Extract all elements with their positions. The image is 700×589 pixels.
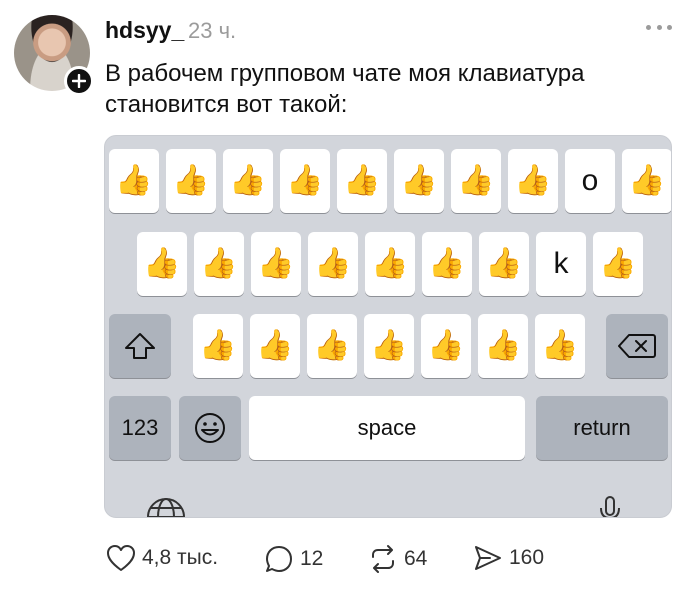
thumbs-up-key: 👍	[451, 149, 501, 213]
space-key: space	[249, 396, 525, 460]
shift-key	[109, 314, 171, 378]
emoji-key	[179, 396, 241, 460]
emoji-icon	[195, 413, 225, 443]
backspace-icon	[618, 334, 656, 358]
thumbs-up-key: 👍	[307, 314, 357, 378]
thumbs-up-key: 👍	[535, 314, 585, 378]
thumbs-up-key: 👍	[280, 149, 330, 213]
thumbs-up-key: 👍	[364, 314, 414, 378]
thumbs-up-key: 👍	[479, 232, 529, 296]
reply-button[interactable]: 12	[264, 544, 323, 574]
numbers-key: 123	[109, 396, 171, 460]
thumbs-up-key: 👍	[394, 149, 444, 213]
microphone-icon	[600, 496, 620, 517]
thumbs-up-key: 👍	[421, 314, 471, 378]
thumbs-up-key: 👍	[194, 232, 244, 296]
keyboard-image: 👍 👍 👍 👍 👍 👍 👍 👍 o 👍 👍 👍 👍 👍 👍 👍 👍 k 👍 👍 👍 👍 👍 👍 👍 👍 123 space r…	[104, 135, 672, 518]
more-options-icon[interactable]	[646, 22, 672, 32]
repost-icon	[372, 545, 394, 573]
thumbs-up-key: 👍	[422, 232, 472, 296]
thumbs-up-key: 👍	[251, 232, 301, 296]
thumbs-up-key: 👍	[137, 232, 187, 296]
post-time: 23 ч.	[188, 18, 237, 43]
thumbs-up-key: 👍	[308, 232, 358, 296]
follow-plus-icon[interactable]	[64, 66, 94, 96]
like-count: 4,8 тыс.	[142, 546, 219, 569]
like-button[interactable]: 4,8 тыс.	[106, 544, 218, 572]
repost-count: 64	[404, 547, 428, 570]
heart-icon	[107, 545, 135, 571]
return-key: return	[536, 396, 668, 460]
backspace-key	[606, 314, 668, 378]
thumbs-up-key: 👍	[593, 232, 643, 296]
thumbs-up-key: 👍	[109, 149, 159, 213]
thumbs-up-key: 👍	[478, 314, 528, 378]
username[interactable]: hdsyy_	[105, 17, 184, 44]
shift-icon	[125, 333, 155, 359]
share-button[interactable]: 160	[473, 544, 544, 572]
thumbs-up-key: 👍	[622, 149, 671, 213]
thumbs-up-key: 👍	[193, 314, 243, 378]
post-text: В рабочем групповом чате моя клавиатура …	[105, 60, 585, 118]
thumbs-up-key: 👍	[365, 232, 415, 296]
repost-button[interactable]: 64	[368, 544, 427, 574]
letter-key-o: o	[565, 149, 615, 213]
thumbs-up-key: 👍	[508, 149, 558, 213]
thumbs-up-key: 👍	[166, 149, 216, 213]
thumbs-up-key: 👍	[337, 149, 387, 213]
letter-key-k: k	[536, 232, 586, 296]
thumbs-up-key: 👍	[250, 314, 300, 378]
share-count: 160	[509, 546, 545, 569]
globe-icon	[147, 498, 185, 517]
thumbs-up-key: 👍	[223, 149, 273, 213]
reply-count: 12	[300, 547, 324, 570]
comment-icon	[266, 546, 292, 572]
send-icon	[475, 546, 501, 570]
